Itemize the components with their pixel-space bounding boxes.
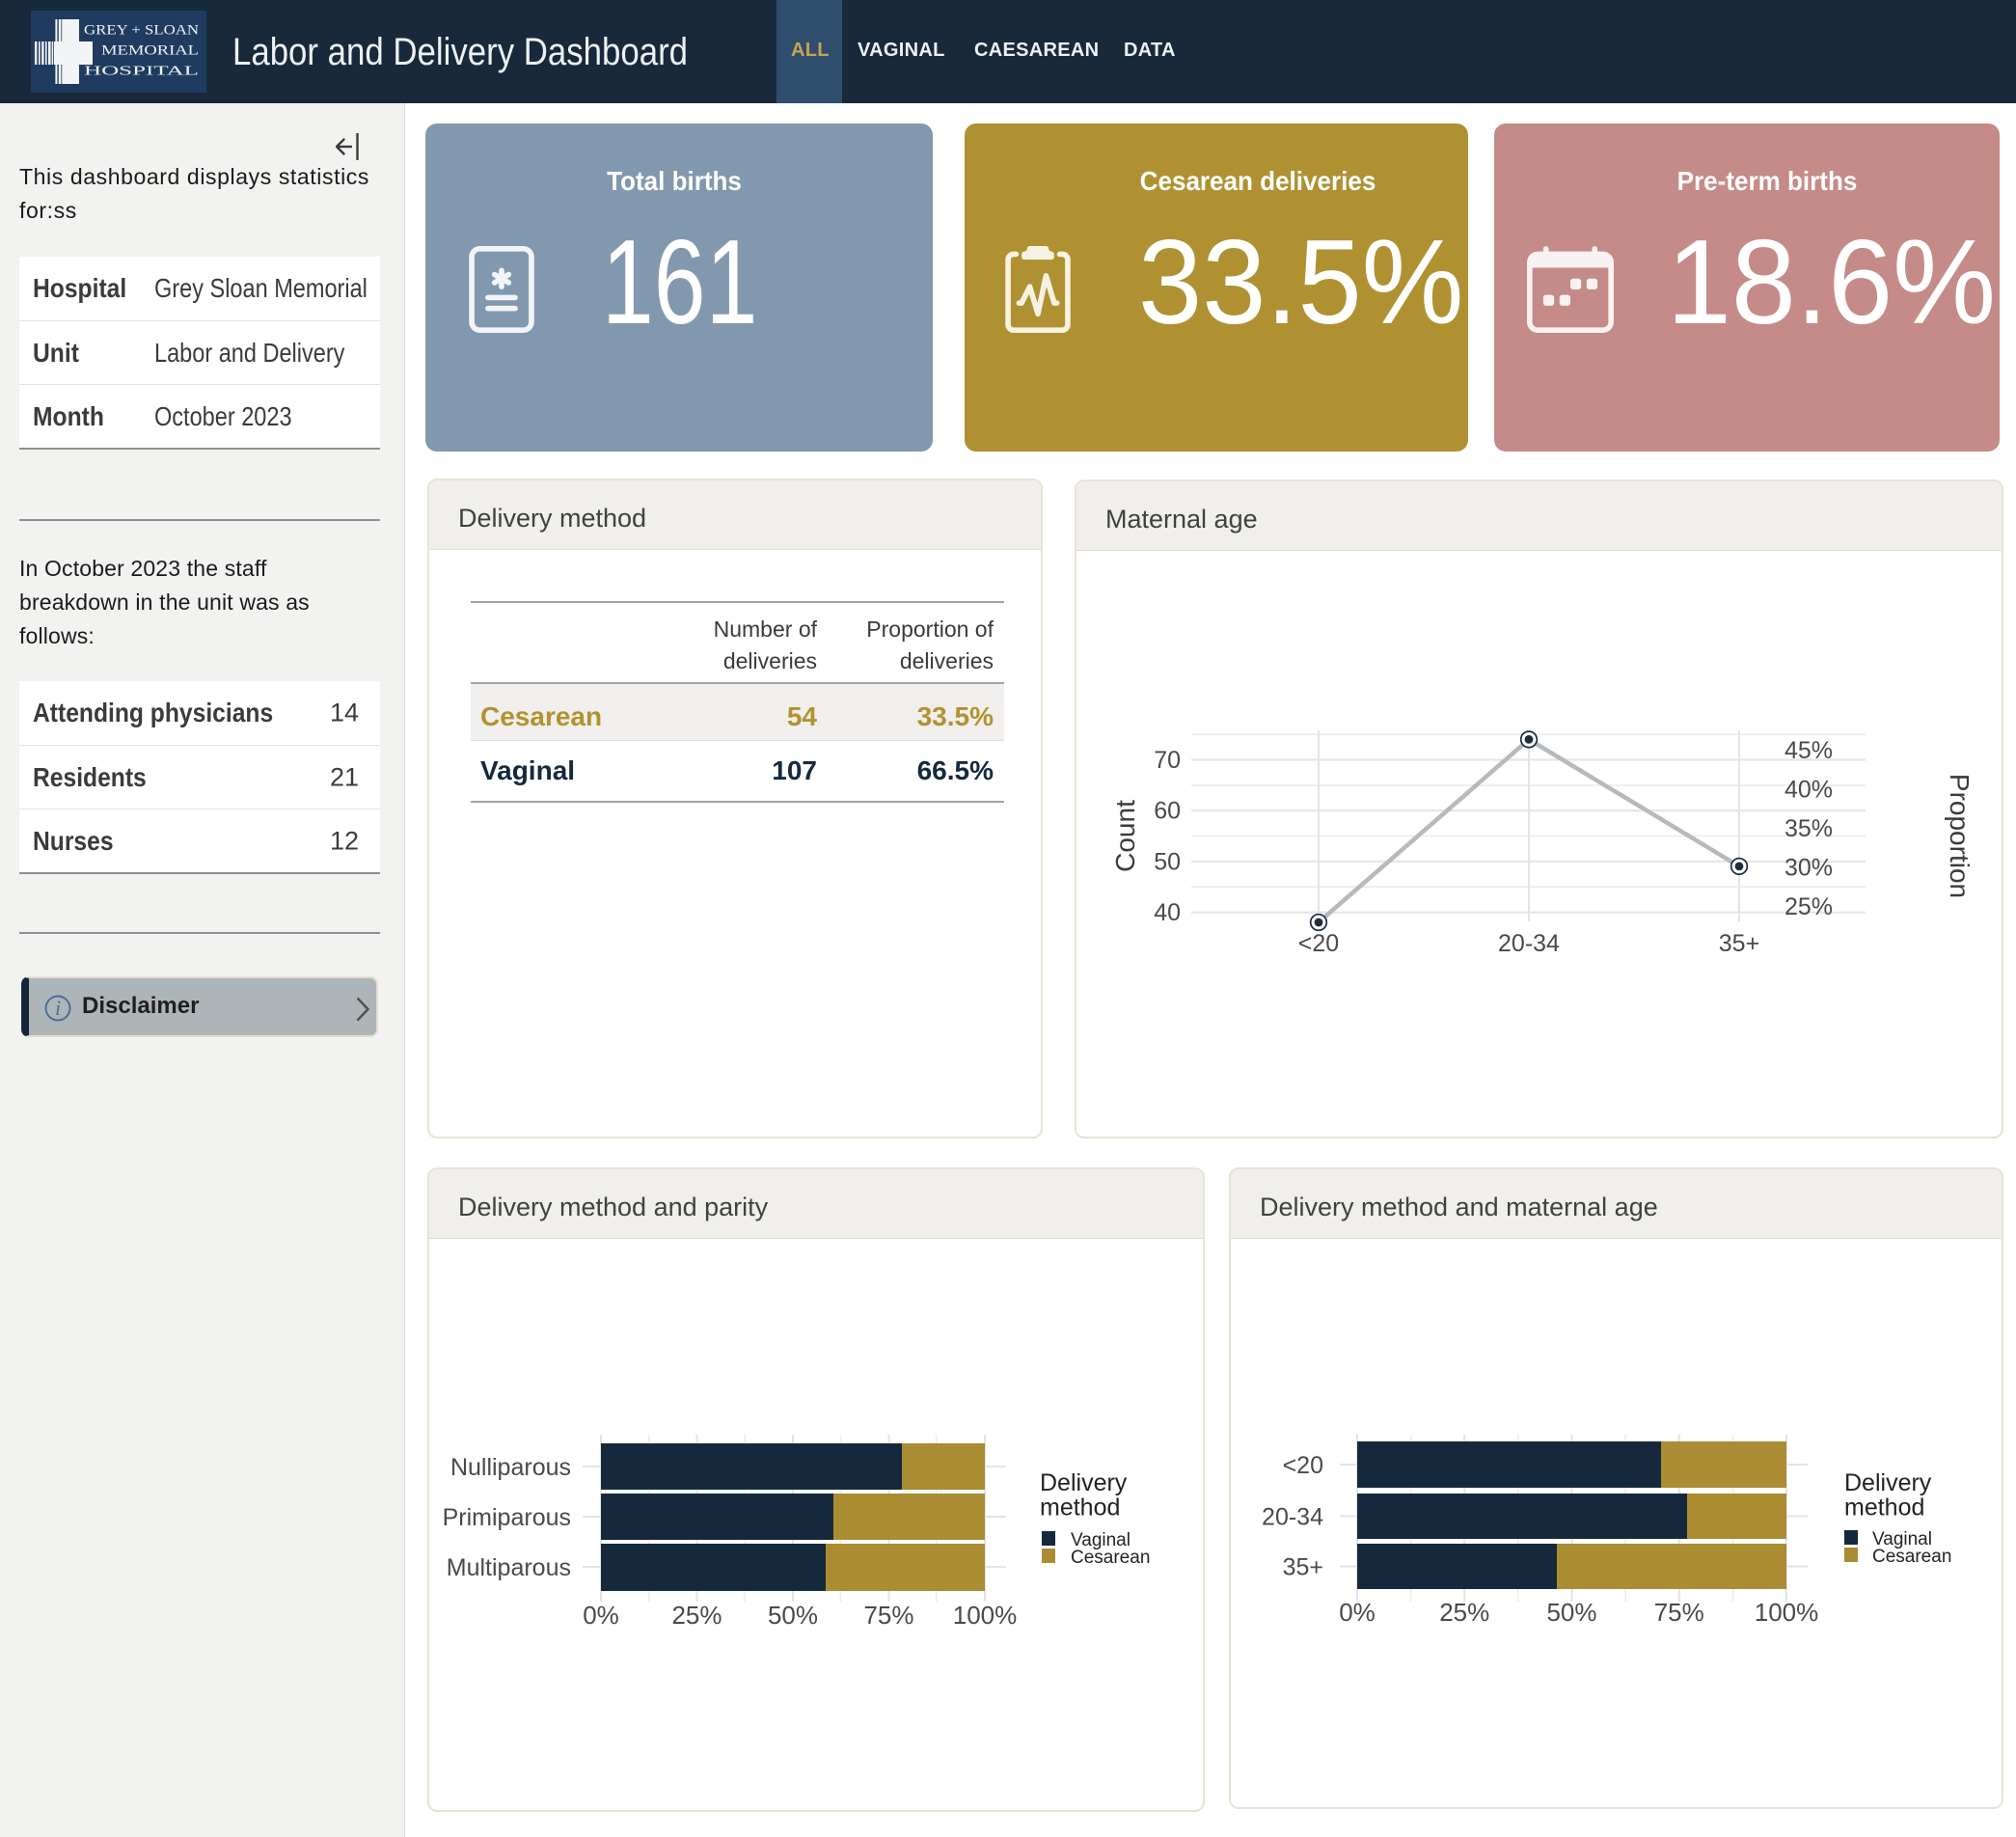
svg-text:25%: 25%	[1439, 1598, 1489, 1627]
svg-text:0%: 0%	[1339, 1598, 1376, 1627]
svg-text:GREY + SLOAN: GREY + SLOAN	[84, 23, 199, 39]
svg-text:45%: 45%	[1784, 737, 1833, 764]
svg-text:100%: 100%	[953, 1601, 1018, 1630]
svg-text:50%: 50%	[1546, 1598, 1596, 1627]
svg-text:35%: 35%	[1784, 815, 1833, 842]
svg-text:Multiparous: Multiparous	[447, 1554, 571, 1581]
svg-text:Proportion: Proportion	[1945, 774, 1975, 898]
svg-text:Delivery: Delivery	[1040, 1469, 1128, 1496]
svg-text:40%: 40%	[1784, 777, 1833, 804]
svg-text:60: 60	[1154, 798, 1181, 825]
svg-text:Nulliparous: Nulliparous	[450, 1454, 571, 1481]
svg-text:20-34: 20-34	[1262, 1504, 1323, 1531]
svg-text:20-34: 20-34	[1498, 930, 1560, 957]
svg-text:Count: Count	[1110, 800, 1140, 872]
svg-text:method: method	[1040, 1494, 1120, 1522]
svg-text:35+: 35+	[1719, 930, 1759, 957]
svg-text:100%: 100%	[1755, 1598, 1819, 1627]
svg-text:30%: 30%	[1784, 855, 1833, 882]
svg-text:method: method	[1844, 1494, 1924, 1522]
svg-text:Delivery: Delivery	[1844, 1469, 1932, 1496]
svg-text:<20: <20	[1283, 1452, 1323, 1479]
svg-text:MEMORIAL: MEMORIAL	[101, 43, 199, 59]
svg-text:HOSPITAL: HOSPITAL	[84, 65, 199, 79]
svg-text:25%: 25%	[671, 1601, 722, 1630]
svg-text:75%: 75%	[863, 1601, 913, 1630]
svg-text:50%: 50%	[768, 1601, 818, 1630]
svg-text:<20: <20	[1298, 930, 1339, 957]
svg-text:25%: 25%	[1784, 893, 1833, 920]
svg-text:i: i	[55, 996, 61, 1020]
svg-text:50: 50	[1154, 848, 1181, 875]
svg-text:35+: 35+	[1283, 1554, 1323, 1581]
svg-text:Cesarean: Cesarean	[1071, 1548, 1150, 1568]
svg-text:75%: 75%	[1654, 1598, 1704, 1627]
svg-text:0%: 0%	[583, 1601, 619, 1630]
svg-text:40: 40	[1154, 899, 1181, 926]
svg-text:70: 70	[1154, 747, 1181, 774]
svg-text:Primiparous: Primiparous	[443, 1504, 571, 1531]
svg-text:Cesarean: Cesarean	[1872, 1547, 1951, 1567]
